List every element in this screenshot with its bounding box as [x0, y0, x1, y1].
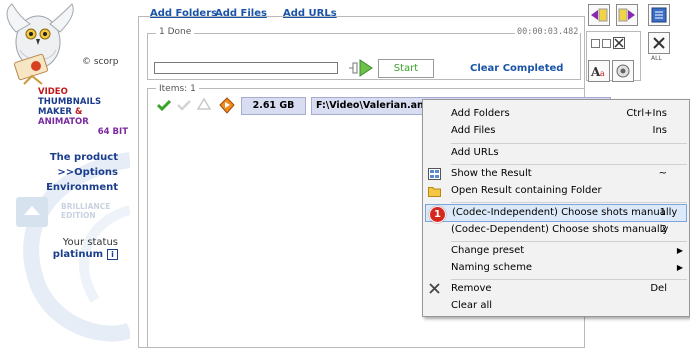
- submenu-arrow-icon: ▶: [676, 263, 683, 272]
- brand-line-64bit: 64 BIT: [97, 127, 128, 137]
- brand-animator: ANIMATOR: [38, 117, 89, 127]
- show-result-icon: [428, 168, 441, 180]
- menu-add-folders[interactable]: Add Folders Ctrl+Ins: [425, 105, 687, 123]
- edition-label: BRILLIANCE EDITION: [61, 202, 110, 220]
- menu-shortcut: Ctrl+Ins: [626, 108, 667, 119]
- menu-label: Change preset: [451, 245, 525, 256]
- add-folders-link[interactable]: Add Folders: [150, 8, 217, 19]
- menu-change-preset[interactable]: Change preset ▶: [425, 242, 687, 260]
- menu-label: Open Result containing Folder: [451, 185, 602, 196]
- menu-codec-independent-shots[interactable]: 1 (Codec-Independent) Choose shots manua…: [425, 204, 687, 223]
- list-icon: [651, 7, 667, 23]
- check-icon[interactable]: [157, 99, 171, 111]
- add-urls-link[interactable]: Add URLs: [283, 8, 337, 19]
- brand-line-thumbnails: THUMBNAILS: [38, 97, 102, 107]
- job-progress-bar: [154, 62, 338, 74]
- font-aa-icon: Aa: [590, 65, 605, 79]
- brand-ampersand: &: [71, 107, 83, 117]
- status-text: platinum: [52, 249, 103, 260]
- owl-logo: [6, 3, 74, 85]
- menu-shortcut: ~: [658, 168, 667, 179]
- menu-codec-dependent-shots[interactable]: (Codec-Dependent) Choose shots manually …: [425, 221, 687, 239]
- all-label: ALL: [651, 55, 662, 62]
- menu-shortcut: 1: [659, 207, 666, 218]
- refresh-icon: [616, 64, 630, 78]
- list-view-button[interactable]: [648, 4, 670, 26]
- edition-line2: EDITION: [61, 211, 96, 220]
- menu-clear-all[interactable]: Clear all: [425, 297, 687, 315]
- add-files-link[interactable]: Add Files: [215, 8, 267, 19]
- items-label: Items: 1: [156, 84, 199, 94]
- status-value: platinum i: [53, 249, 118, 260]
- context-menu: Add Folders Ctrl+Ins Add Files Ins Add U…: [422, 99, 690, 317]
- arrows-left-icon: [591, 8, 608, 22]
- recycle-icon: [196, 97, 212, 110]
- menu-shortcut: Ins: [652, 125, 668, 136]
- nav-environment[interactable]: Environment: [46, 182, 118, 193]
- elapsed-time: 00:00:03.482: [515, 27, 581, 37]
- brand-line-video: VIDEO: [38, 87, 68, 97]
- edition-arrow-icon: [16, 197, 48, 227]
- product-name: VIDEO THUMBNAILS MAKER & ANIMATOR 64 BIT: [38, 87, 130, 137]
- close-all-button[interactable]: [648, 32, 670, 54]
- brand-line-maker-animator: MAKER & ANIMATOR: [38, 107, 130, 127]
- folder-icon: [428, 187, 441, 197]
- menu-show-result[interactable]: Show the Result ~: [425, 165, 687, 183]
- close-icon: [653, 37, 665, 49]
- menu-remove[interactable]: Remove Del: [425, 280, 687, 298]
- menu-label: Add URLs: [451, 147, 499, 158]
- item-size: 2.61 GB: [241, 97, 306, 115]
- menu-label: Remove: [451, 283, 492, 294]
- start-button[interactable]: Start: [378, 59, 434, 78]
- menu-separator: [451, 202, 687, 203]
- menu-naming-scheme[interactable]: Naming scheme ▶: [425, 259, 687, 277]
- left-panel: © scorp VIDEO THUMBNAILS MAKER & ANIMATO…: [0, 0, 130, 348]
- menu-add-urls[interactable]: Add URLs: [425, 144, 687, 162]
- move-right-button[interactable]: [616, 4, 638, 26]
- brand-maker: MAKER: [38, 107, 72, 117]
- clear-completed-link[interactable]: Clear Completed: [470, 63, 563, 74]
- edition-badge: BRILLIANCE EDITION: [16, 197, 126, 227]
- menu-shortcut: 2: [660, 224, 667, 235]
- submenu-arrow-icon: ▶: [676, 246, 683, 255]
- menu-add-files[interactable]: Add Files Ins: [425, 122, 687, 140]
- menu-label: Show the Result: [451, 168, 532, 179]
- menu-label: (Codec-Independent) Choose shots manuall…: [452, 207, 678, 218]
- nav-the-product[interactable]: The product: [50, 152, 118, 163]
- copyright-label: © scorp: [82, 57, 119, 67]
- app-window: © scorp VIDEO THUMBNAILS MAKER & ANIMATO…: [0, 0, 690, 348]
- edition-line1: BRILLIANCE: [61, 202, 111, 211]
- menu-label: Clear all: [451, 300, 493, 311]
- job-group-label: 1 Done: [156, 27, 195, 37]
- move-left-button[interactable]: [588, 4, 610, 26]
- layout-icons[interactable]: [591, 37, 633, 49]
- info-icon[interactable]: i: [107, 249, 118, 260]
- menu-shortcut: Del: [650, 283, 667, 294]
- menu-label: Add Folders: [451, 108, 510, 119]
- menu-label: Naming scheme: [451, 262, 533, 273]
- arrows-right-icon: [618, 8, 635, 22]
- menu-label: Add Files: [451, 125, 496, 136]
- svg-text:a: a: [600, 69, 605, 78]
- font-button[interactable]: Aa: [588, 60, 610, 82]
- nav-options[interactable]: >>Options: [57, 167, 118, 178]
- video-file-icon: [219, 97, 235, 114]
- check-disabled-icon: [177, 100, 191, 111]
- play-button[interactable]: [349, 57, 375, 79]
- refresh-button[interactable]: [612, 60, 634, 82]
- menu-label: (Codec-Dependent) Choose shots manually: [451, 224, 669, 235]
- status-label: Your status: [62, 237, 118, 248]
- grid-checkboxes-icon: [591, 37, 625, 49]
- menu-open-result-folder[interactable]: Open Result containing Folder: [425, 182, 687, 200]
- remove-icon: [429, 283, 440, 294]
